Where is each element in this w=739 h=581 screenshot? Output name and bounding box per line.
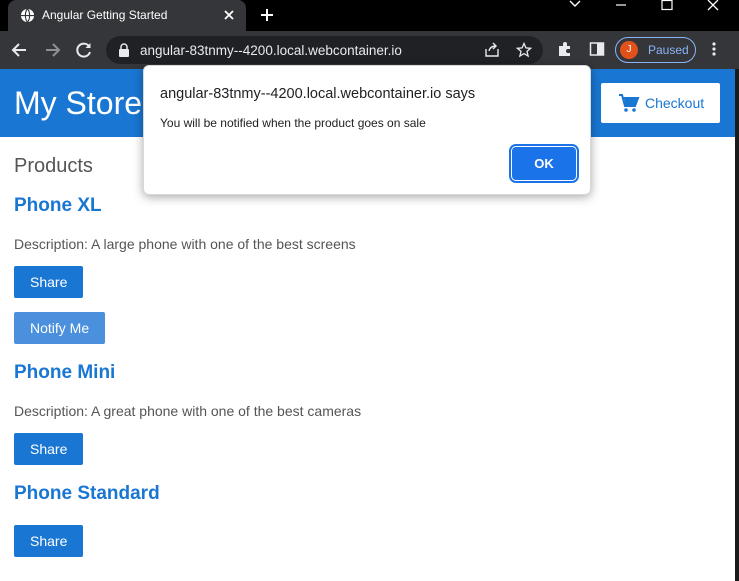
side-panel-icon[interactable] [589,41,605,57]
forward-arrow-icon[interactable] [42,40,62,60]
alert-dialog: angular-83tnmy--4200.local.webcontainer.… [143,65,591,195]
new-tab-icon[interactable] [259,7,275,23]
share-button[interactable]: Share [14,266,84,298]
browser-tab[interactable]: Angular Getting Started [8,0,246,31]
more-vert-icon[interactable] [706,41,722,57]
chevron-down-icon [569,0,581,7]
notify-me-button[interactable]: Notify Me [14,312,106,344]
maximize-button[interactable] [644,0,690,31]
globe-icon [20,8,35,23]
checkout-label: Checkout [645,95,705,111]
lock-icon [119,43,129,57]
product-description: Description: A large phone with one of t… [14,236,356,252]
share-icon[interactable] [484,42,500,58]
share-button[interactable]: Share [14,433,84,465]
extensions-puzzle-icon[interactable] [557,41,573,57]
profile-status: Paused [648,43,689,57]
tab-search-button[interactable] [552,0,598,31]
shopping-cart-icon [619,94,640,112]
profile-button[interactable]: J Paused [615,37,696,63]
star-icon[interactable] [516,42,532,58]
minimize-icon [616,4,626,6]
avatar: J [620,41,638,59]
back-arrow-icon[interactable] [10,40,30,60]
tab-title: Angular Getting Started [42,8,168,22]
browser-titlebar: Angular Getting Started [0,0,739,31]
close-icon [707,0,719,11]
reload-icon[interactable] [74,40,94,60]
address-bar[interactable]: angular-83tnmy--4200.local.webcontainer.… [106,36,543,64]
product-name-link[interactable]: Phone Mini [14,362,115,384]
product-name-link[interactable]: Phone Standard [14,483,160,505]
store-title[interactable]: My Store [14,85,142,122]
maximize-icon [661,0,673,11]
checkout-button[interactable]: Checkout [601,83,720,123]
window-edge [735,69,739,581]
product-name-link[interactable]: Phone XL [14,195,102,217]
products-heading: Products [14,155,93,177]
address-bar-url: angular-83tnmy--4200.local.webcontainer.… [140,43,402,58]
close-tab-icon[interactable] [222,8,236,22]
dialog-message: You will be notified when the product go… [160,116,426,130]
ok-button[interactable]: OK [509,144,579,183]
product-description: Description: A great phone with one of t… [14,403,362,419]
close-window-button[interactable] [690,0,736,31]
share-button[interactable]: Share [14,525,84,557]
dialog-title: angular-83tnmy--4200.local.webcontainer.… [160,86,476,102]
minimize-button[interactable] [598,0,644,31]
